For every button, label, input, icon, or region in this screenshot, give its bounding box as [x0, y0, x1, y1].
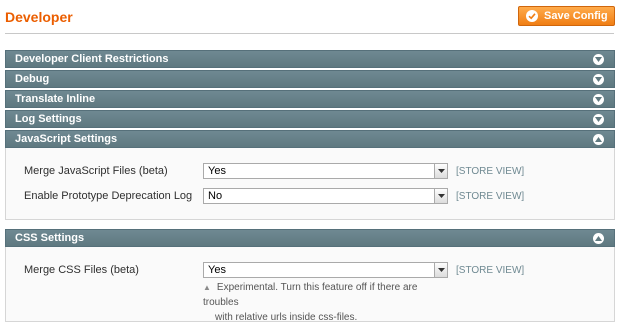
section-title: Developer Client Restrictions	[15, 53, 169, 65]
merge-js-scope: [STORE VIEW]	[456, 166, 525, 177]
css-settings-fieldset: Merge CSS Files (beta) Yes [STORE VIEW] …	[5, 247, 615, 325]
dropdown-arrow-icon[interactable]	[434, 164, 447, 178]
header-divider	[5, 33, 614, 34]
section-log-settings[interactable]: Log Settings	[5, 110, 615, 128]
section-debug[interactable]: Debug	[5, 70, 615, 88]
merge-js-value: Yes	[208, 165, 226, 177]
merge-css-select[interactable]: Yes	[203, 262, 448, 278]
section-title: CSS Settings	[15, 232, 85, 244]
merge-js-label: Merge JavaScript Files (beta)	[24, 165, 168, 177]
javascript-settings-fieldset: Merge JavaScript Files (beta) Yes [STORE…	[5, 148, 615, 220]
deprecation-log-value: No	[208, 190, 223, 202]
deprecation-log-select[interactable]: No	[203, 188, 448, 204]
section-developer-client-restrictions[interactable]: Developer Client Restrictions	[5, 50, 615, 68]
merge-css-note-line1: Experimental. Turn this feature off if t…	[203, 282, 418, 308]
save-config-label: Save Config	[544, 10, 608, 22]
section-title: Debug	[15, 73, 50, 85]
merge-css-label: Merge CSS Files (beta)	[24, 264, 139, 276]
chevron-down-icon[interactable]	[593, 114, 604, 125]
merge-js-select[interactable]: Yes	[203, 163, 448, 179]
chevron-down-icon[interactable]	[593, 54, 604, 65]
dropdown-arrow-icon[interactable]	[434, 263, 447, 277]
chevron-down-icon[interactable]	[593, 74, 604, 85]
section-css-settings[interactable]: CSS Settings	[5, 229, 615, 247]
page-header: Developer Save Config	[0, 0, 620, 34]
section-translate-inline[interactable]: Translate Inline	[5, 90, 615, 108]
section-javascript-settings[interactable]: JavaScript Settings	[5, 130, 615, 148]
chevron-up-icon[interactable]	[593, 233, 604, 244]
section-title: Translate Inline	[15, 93, 96, 105]
merge-css-note-line2: with relative urls inside css-files.	[215, 312, 358, 323]
deprecation-log-scope: [STORE VIEW]	[456, 191, 525, 202]
dropdown-arrow-icon[interactable]	[434, 189, 447, 203]
chevron-up-icon[interactable]	[593, 134, 604, 145]
section-title: Log Settings	[15, 113, 82, 125]
merge-css-scope: [STORE VIEW]	[456, 265, 525, 276]
chevron-down-icon[interactable]	[593, 94, 604, 105]
check-circle-icon	[526, 10, 538, 22]
save-config-button[interactable]: Save Config	[518, 6, 615, 26]
section-title: JavaScript Settings	[15, 133, 118, 145]
merge-css-note: ▲ Experimental. Turn this feature off if …	[203, 280, 453, 325]
page-title: Developer	[5, 9, 73, 25]
note-triangle-icon: ▲	[203, 283, 211, 292]
deprecation-log-label: Enable Prototype Deprecation Log	[24, 190, 193, 202]
merge-css-value: Yes	[208, 264, 226, 276]
